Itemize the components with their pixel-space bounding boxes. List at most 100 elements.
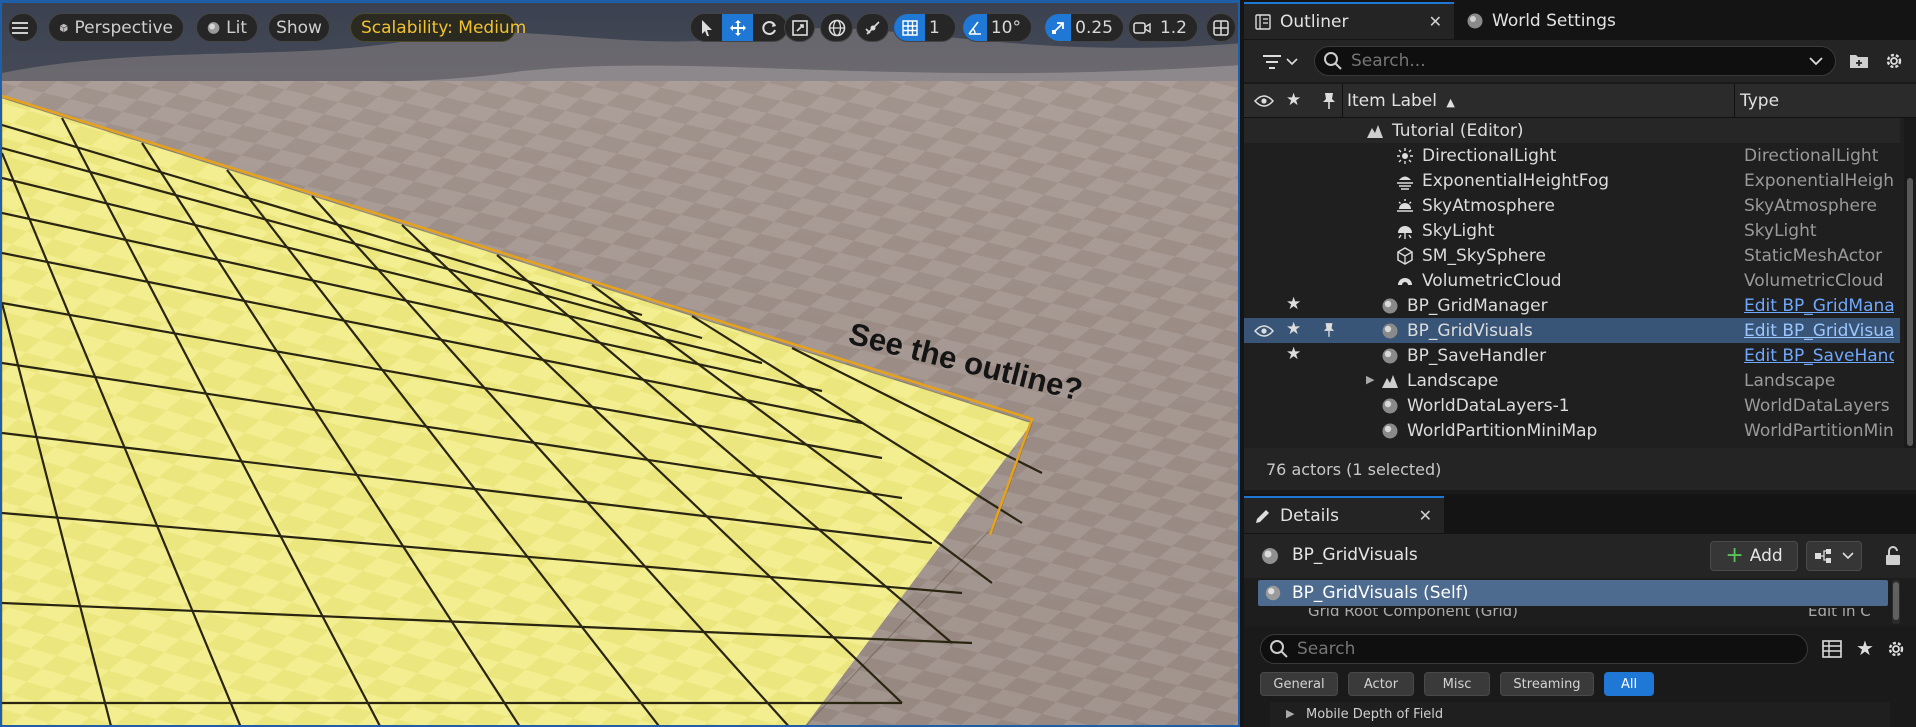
tree-row[interactable]: WorldPartitionMiniMap WorldPartitionMini xyxy=(1244,418,1900,443)
scalability-button[interactable]: Scalability: Medium xyxy=(350,13,526,42)
outliner-search-input[interactable] xyxy=(1351,51,1791,71)
add-folder-icon[interactable] xyxy=(1849,52,1869,70)
chevron-down-icon[interactable] xyxy=(1809,56,1823,66)
expand-arrow-icon[interactable]: ▶ xyxy=(1366,373,1374,386)
viewport-scene[interactable]: See the outline? xyxy=(2,3,1240,727)
close-icon[interactable]: ✕ xyxy=(1429,12,1442,31)
tree-row[interactable]: SkyAtmosphere SkyAtmosphere xyxy=(1244,193,1900,218)
close-icon[interactable]: ✕ xyxy=(1419,506,1432,525)
viewport-menu-button[interactable] xyxy=(8,13,38,42)
tree-row[interactable]: ▶ Landscape Landscape xyxy=(1244,368,1900,393)
filter-general-button[interactable]: General xyxy=(1260,672,1338,696)
camera-speed-group[interactable]: 1.2 xyxy=(1128,13,1198,42)
surface-snap-button[interactable] xyxy=(857,14,888,41)
tree-row[interactable]: SkyLight SkyLight xyxy=(1244,218,1900,243)
scale-snap-toggle[interactable] xyxy=(1045,14,1072,41)
favorite-star-icon[interactable]: ★ xyxy=(1286,319,1301,339)
layout-group xyxy=(1206,13,1236,42)
col-item-label-header[interactable]: Item Label ▲ xyxy=(1347,91,1455,111)
details-object-name: BP_GridVisuals xyxy=(1292,545,1418,565)
filter-button[interactable] xyxy=(1262,51,1302,73)
grid-snap-value[interactable]: 1 xyxy=(925,18,950,38)
tree-row[interactable]: ExponentialHeightFog ExponentialHeightF xyxy=(1244,168,1900,193)
translate-tool-button[interactable] xyxy=(722,14,753,41)
tree-row-label: SkyAtmosphere xyxy=(1422,195,1556,216)
surface-snap-group xyxy=(856,13,889,42)
tab-world-settings[interactable]: World Settings xyxy=(1456,2,1646,39)
tree-row-label: VolumetricCloud xyxy=(1422,270,1562,291)
gear-icon[interactable] xyxy=(1886,639,1906,659)
lock-icon[interactable] xyxy=(1884,546,1902,566)
rotation-snap-value[interactable]: 10° xyxy=(987,18,1031,38)
pin-icon[interactable] xyxy=(1322,92,1336,110)
scale-snap-value[interactable]: 0.25 xyxy=(1071,18,1123,38)
tree-row[interactable]: SM_SkySphere StaticMeshActor xyxy=(1244,243,1900,268)
favorites-star-icon[interactable]: ★ xyxy=(1856,636,1874,660)
tree-row-label: Landscape xyxy=(1407,370,1499,391)
tree-row[interactable]: DirectionalLight DirectionalLight xyxy=(1244,143,1900,168)
col-type-header[interactable]: Type xyxy=(1740,91,1779,111)
favorite-star-icon[interactable]: ★ xyxy=(1286,294,1301,314)
tree-row[interactable]: ★ BP_SaveHandler Edit BP_SaveHandl xyxy=(1244,343,1900,368)
tree-row-type: Landscape xyxy=(1744,370,1836,391)
outliner-search[interactable] xyxy=(1314,46,1836,76)
landscape-icon xyxy=(1382,375,1398,388)
details-search[interactable] xyxy=(1260,634,1808,664)
property-category-row[interactable]: ▶ Mobile Depth of Field xyxy=(1270,702,1890,727)
grid-snap-toggle[interactable] xyxy=(894,14,925,41)
component-row-self[interactable]: BP_GridVisuals (Self) xyxy=(1258,580,1888,606)
tab-details[interactable]: Details ✕ xyxy=(1244,496,1444,533)
transform-tools-group xyxy=(690,13,788,42)
world-space-button[interactable] xyxy=(821,14,852,41)
filter-actor-button[interactable]: Actor xyxy=(1348,672,1414,696)
tree-row-type[interactable]: Edit BP_GridVisuals xyxy=(1744,321,1894,341)
expand-arrow-icon[interactable]: ▶ xyxy=(1286,707,1294,720)
filter-all-button[interactable]: All xyxy=(1604,672,1654,696)
add-component-button[interactable]: + Add xyxy=(1710,541,1798,571)
scale-arrow-icon xyxy=(1052,21,1064,34)
star-icon[interactable]: ★ xyxy=(1286,90,1301,110)
tree-row-label: BP_GridVisuals xyxy=(1407,320,1533,341)
level-viewport[interactable]: See the outline? Perspective Lit Show Sc… xyxy=(0,0,1240,727)
tree-row-level[interactable]: Tutorial (Editor) xyxy=(1244,118,1900,143)
sky-atmosphere-icon xyxy=(1397,199,1413,212)
rotation-snap-toggle[interactable] xyxy=(963,14,987,41)
lit-button[interactable]: Lit xyxy=(196,13,258,42)
perspective-button[interactable]: Perspective xyxy=(48,13,184,42)
components-tree[interactable]: BP_GridVisuals (Self) Grid Root Componen… xyxy=(1244,578,1916,626)
visibility-eye-icon[interactable] xyxy=(1254,94,1274,108)
visibility-eye-icon[interactable] xyxy=(1254,324,1274,338)
viewport-layout-button[interactable] xyxy=(1207,14,1235,41)
filter-icon xyxy=(1263,55,1281,69)
tree-row-type[interactable]: Edit BP_SaveHandl xyxy=(1744,346,1894,366)
component-row-next[interactable]: Grid Root Component (Grid) Edit in C xyxy=(1258,608,1888,626)
tree-row[interactable]: ★ BP_GridManager Edit BP_GridManag xyxy=(1244,293,1900,318)
tree-row[interactable]: VolumetricCloud VolumetricCloud xyxy=(1244,268,1900,293)
gear-icon[interactable] xyxy=(1884,51,1904,71)
skylight-icon xyxy=(1398,226,1412,239)
favorite-star-icon[interactable]: ★ xyxy=(1286,344,1301,364)
cube-icon xyxy=(59,23,68,32)
pin-icon[interactable] xyxy=(1323,322,1335,338)
scale-tool-button[interactable] xyxy=(785,14,814,41)
details-scrollbar[interactable] xyxy=(1906,702,1914,727)
outliner-scrollbar[interactable] xyxy=(1906,118,1914,448)
tree-row[interactable]: WorldDataLayers-1 WorldDataLayers xyxy=(1244,393,1900,418)
tree-row-type[interactable]: Edit BP_GridManag xyxy=(1744,296,1894,316)
filter-misc-button[interactable]: Misc xyxy=(1424,672,1490,696)
filter-streaming-button[interactable]: Streaming xyxy=(1500,672,1594,696)
show-button[interactable]: Show xyxy=(268,13,330,42)
components-scrollbar[interactable] xyxy=(1892,580,1900,624)
outliner-tree[interactable]: Tutorial (Editor) DirectionalLight Direct… xyxy=(1244,118,1904,448)
tab-outliner[interactable]: Outliner ✕ xyxy=(1244,2,1454,39)
show-label: Show xyxy=(276,17,322,38)
property-matrix-icon[interactable] xyxy=(1822,640,1842,658)
rotate-tool-button[interactable] xyxy=(753,14,784,41)
outliner-scroll-thumb[interactable] xyxy=(1907,178,1913,446)
camera-speed-button[interactable] xyxy=(1129,14,1156,41)
blueprint-options-button[interactable] xyxy=(1806,541,1862,571)
select-tool-button[interactable] xyxy=(691,14,722,41)
tree-row[interactable]: ★ BP_GridVisuals Edit BP_GridVisuals xyxy=(1244,318,1900,343)
details-search-input[interactable] xyxy=(1297,639,1777,659)
actor-icon xyxy=(1382,298,1398,314)
